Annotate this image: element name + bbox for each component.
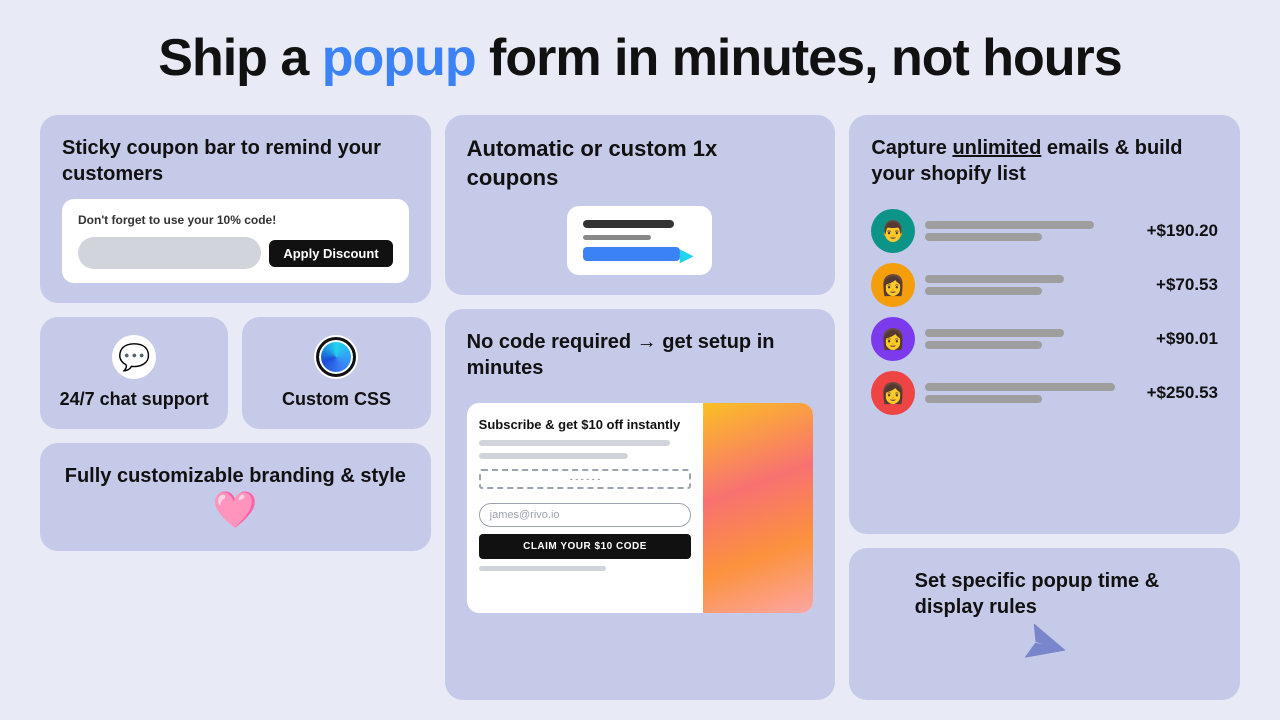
chat-support-card: 💬 24/7 chat support (40, 317, 228, 429)
popup-demo: Subscribe & get $10 off instantly - - - … (467, 403, 814, 613)
coupon-reminder-text: Don't forget to use your 10% code! (78, 213, 393, 227)
popup-left: Subscribe & get $10 off instantly - - - … (467, 403, 704, 613)
branding-title: Fully customizable branding & style (65, 463, 406, 489)
small-cards-row: 💬 24/7 chat support Custom CSS (40, 317, 431, 429)
avatar-3: 👩 (871, 317, 915, 361)
title-highlight: popup (322, 29, 476, 87)
email-bar-top-4 (925, 383, 1115, 391)
email-bar-bot-2 (925, 287, 1042, 295)
sticky-coupon-card: Sticky coupon bar to remind your custome… (40, 115, 431, 303)
capture-emails-card: Capture unlimited emails & build your sh… (849, 115, 1240, 534)
capture-emails-title: Capture unlimited emails & build your sh… (871, 135, 1218, 187)
popup-email-input[interactable]: james@rivo.io (479, 503, 692, 527)
coupon-line-2 (583, 235, 651, 240)
avatar-1: 👨 (871, 209, 915, 253)
right-column: Capture unlimited emails & build your sh… (849, 115, 1240, 700)
no-code-card: No code required → get setup in minutes … (445, 309, 836, 700)
custom-css-title: Custom CSS (282, 389, 391, 411)
email-row-1: 👨 +$190.20 (871, 209, 1218, 253)
send-arrow-icon (1013, 615, 1077, 686)
avatar-4: 👩 (871, 371, 915, 415)
heart-icon: 🩷 (213, 489, 258, 531)
email-bar-top-3 (925, 329, 1063, 337)
branding-card: Fully customizable branding & style 🩷 (40, 443, 431, 551)
auto-coupon-card: Automatic or custom 1x coupons ▶ (445, 115, 836, 295)
email-amount-2: +$70.53 (1148, 275, 1218, 295)
feature-grid: Sticky coupon bar to remind your custome… (40, 115, 1240, 700)
middle-column: Automatic or custom 1x coupons ▶ No code… (445, 115, 836, 700)
coupon-line-blue: ▶ (583, 247, 679, 261)
popup-bottom-line (479, 566, 607, 571)
email-bar-top-1 (925, 221, 1094, 229)
email-row-3: 👩 +$90.01 (871, 317, 1218, 361)
email-bar-wrap-1 (925, 221, 1136, 241)
avatar-2: 👩 (871, 263, 915, 307)
email-bar-bot-1 (925, 233, 1041, 241)
chat-support-title: 24/7 chat support (60, 389, 209, 411)
title-suffix: form in minutes, not hours (476, 29, 1122, 87)
auto-coupon-title: Automatic or custom 1x coupons (467, 135, 814, 192)
coupon-visual: ▶ (567, 206, 712, 275)
email-amount-3: +$90.01 (1148, 329, 1218, 349)
email-list: 👨 +$190.20 👩 +$70.5 (871, 209, 1218, 415)
popup-rules-card: Set specific popup time & display rules (849, 548, 1240, 700)
coupon-input-fake (78, 237, 261, 269)
custom-css-card: Custom CSS (242, 317, 430, 429)
cursor-icon: ▶ (680, 245, 694, 266)
title-prefix: Ship a (158, 29, 321, 87)
popup-line-2 (479, 453, 628, 459)
popup-image (703, 403, 813, 613)
email-bar-wrap-4 (925, 383, 1136, 403)
sticky-coupon-title: Sticky coupon bar to remind your custome… (62, 135, 409, 187)
popup-claim-button[interactable]: CLAIM YOUR $10 CODE (479, 534, 692, 559)
chat-icon-circle: 💬 (112, 335, 156, 379)
email-bar-top-2 (925, 275, 1063, 283)
chat-bubble-icon: 💬 (118, 342, 150, 373)
email-row-4: 👩 +$250.53 (871, 371, 1218, 415)
email-bar-bot-3 (925, 341, 1042, 349)
popup-rules-title: Set specific popup time & display rules (915, 568, 1175, 620)
email-bar-wrap-2 (925, 275, 1138, 295)
email-bar-bot-4 (925, 395, 1041, 403)
page-title: Ship a popup form in minutes, not hours (158, 30, 1121, 87)
apply-discount-button[interactable]: Apply Discount (269, 240, 392, 267)
css-icon-circle (314, 335, 358, 379)
coupon-bar-demo: Don't forget to use your 10% code! Apply… (62, 199, 409, 283)
popup-subscribe-title: Subscribe & get $10 off instantly (479, 417, 692, 433)
email-row-2: 👩 +$70.53 (871, 263, 1218, 307)
email-amount-4: +$250.53 (1147, 383, 1218, 403)
email-amount-1: +$190.20 (1147, 221, 1218, 241)
coupon-input-row: Apply Discount (78, 237, 393, 269)
css-orb-icon (316, 337, 356, 377)
coupon-line-1 (583, 220, 673, 228)
popup-line-1 (479, 440, 670, 446)
email-bar-wrap-3 (925, 329, 1138, 349)
no-code-title: No code required → get setup in minutes (467, 329, 814, 381)
popup-dashed-line: - - - - - - (479, 469, 692, 489)
left-column: Sticky coupon bar to remind your custome… (40, 115, 431, 700)
